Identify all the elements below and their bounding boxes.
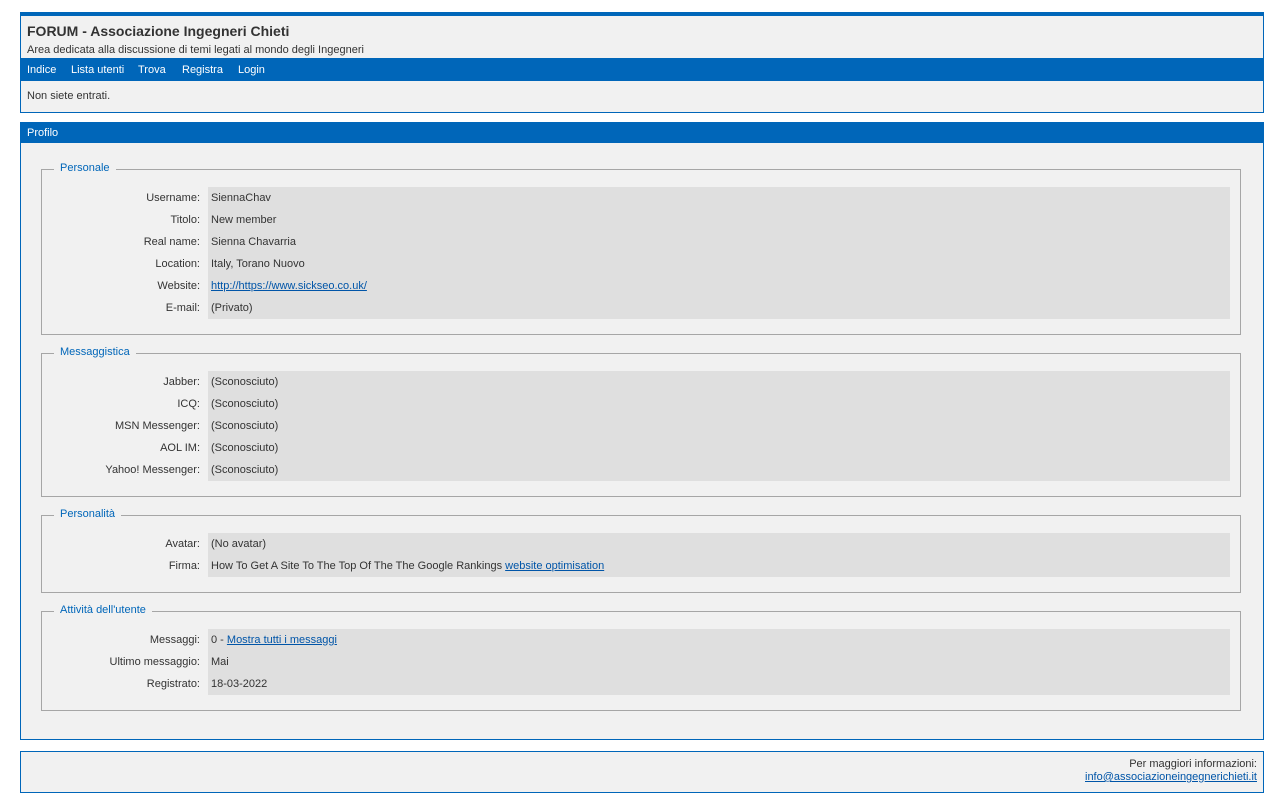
forum-footer: Per maggiori informazioni: info@associaz… [20,751,1264,793]
profile-bar: Profilo [21,123,1263,143]
row-titolo: Titolo: New member [42,209,1230,231]
forum-description: Area dedicata alla discussione di temi l… [27,44,364,56]
value-titolo: New member [211,214,277,226]
label-registrato: Registrato: [146,678,200,690]
row-location: Location: Italy, Torano Nuovo [42,253,1230,275]
legend-personale: Personale [54,162,116,174]
profile-panel: Profilo Personale Username: SiennaChav T… [20,122,1264,740]
firma-text: How To Get A Site To The Top Of The The … [211,560,506,572]
value-email: (Privato) [211,302,253,314]
row-real-name: Real name: Sienna Chavarria [42,231,1230,253]
fieldset-attivita: Attività dell'utente Messaggi: 0 - Mostr… [41,604,1241,711]
footer-info-label: Per maggiori informazioni: [1129,758,1257,770]
nav-indice[interactable]: Indice [27,64,56,76]
footer-info: Per maggiori informazioni: info@associaz… [1085,758,1257,784]
fieldset-personale: Personale Username: SiennaChav Titolo: N… [41,162,1241,335]
value-username: SiennaChav [211,192,271,204]
value-msn: (Sconosciuto) [211,420,279,432]
profile-bar-title: Profilo [27,127,59,139]
fieldset-personalita: Personalità Avatar: (No avatar) Firma: H… [41,508,1241,593]
value-avatar: (No avatar) [211,538,267,550]
row-registrato: Registrato: 18-03-2022 [42,673,1230,695]
value-location: Italy, Torano Nuovo [211,258,305,270]
value-messaggi: 0 - Mostra tutti i messaggi [211,634,337,646]
legend-personalita: Personalità [54,508,122,520]
firma-link[interactable]: website optimisation [505,560,604,572]
show-all-posts-link[interactable]: Mostra tutti i messaggi [227,634,337,646]
row-username: Username: SiennaChav [42,187,1230,209]
value-real-name: Sienna Chavarria [211,236,296,248]
label-email: E-mail: [165,302,200,314]
nav-lista-utenti[interactable]: Lista utenti [71,64,124,76]
row-avatar: Avatar: (No avatar) [42,533,1230,555]
value-website-wrap: http://https://www.sickseo.co.uk/ [211,280,367,292]
label-yahoo: Yahoo! Messenger: [105,464,200,476]
nav-trova[interactable]: Trova [138,64,166,76]
forum-title: FORUM - Associazione Ingegneri Chieti [27,23,290,39]
legend-attivita: Attività dell'utente [54,604,152,616]
row-yahoo: Yahoo! Messenger: (Sconosciuto) [42,459,1230,481]
nav-login[interactable]: Login [238,64,265,76]
row-aol: AOL IM: (Sconosciuto) [42,437,1230,459]
nav-registra[interactable]: Registra [182,64,223,76]
label-location: Location: [155,258,200,270]
legend-messaggistica: Messaggistica [54,346,136,358]
row-email: E-mail: (Privato) [42,297,1230,319]
row-ultimo-messaggio: Ultimo messaggio: Mai [42,651,1230,673]
label-ultimo-messaggio: Ultimo messaggio: [109,656,200,668]
value-firma: How To Get A Site To The Top Of The The … [211,560,604,572]
label-firma: Firma: [168,560,200,572]
forum-header: FORUM - Associazione Ingegneri Chieti Ar… [20,12,1264,113]
value-aol: (Sconosciuto) [211,442,279,454]
value-registrato: 18-03-2022 [211,678,268,690]
value-yahoo: (Sconosciuto) [211,464,279,476]
row-jabber: Jabber: (Sconosciuto) [42,371,1230,393]
footer-email-link[interactable]: info@associazioneingegnerichieti.it [1085,771,1257,783]
label-website: Website: [157,280,200,292]
value-jabber: (Sconosciuto) [211,376,279,388]
label-jabber: Jabber: [163,376,200,388]
value-icq: (Sconosciuto) [211,398,279,410]
row-messaggi: Messaggi: 0 - Mostra tutti i messaggi [42,629,1230,651]
label-messaggi: Messaggi: [149,634,200,646]
label-avatar: Avatar: [165,538,200,550]
login-status: Non siete entrati. [27,90,111,102]
value-ultimo-messaggio: Mai [211,656,229,668]
label-username: Username: [146,192,200,204]
label-icq: ICQ: [177,398,200,410]
label-aol: AOL IM: [160,442,200,454]
label-real-name: Real name: [143,236,200,248]
row-icq: ICQ: (Sconosciuto) [42,393,1230,415]
messaggi-count: 0 - [211,634,227,646]
label-msn: MSN Messenger: [115,420,200,432]
website-link[interactable]: http://https://www.sickseo.co.uk/ [211,280,367,292]
row-website: Website: http://https://www.sickseo.co.u… [42,275,1230,297]
row-firma: Firma: How To Get A Site To The Top Of T… [42,555,1230,577]
main-navigation: Indice Lista utenti Trova Registra Login [21,58,1263,81]
label-titolo: Titolo: [170,214,200,226]
fieldset-messaggistica: Messaggistica Jabber: (Sconosciuto) ICQ:… [41,346,1241,497]
row-msn: MSN Messenger: (Sconosciuto) [42,415,1230,437]
